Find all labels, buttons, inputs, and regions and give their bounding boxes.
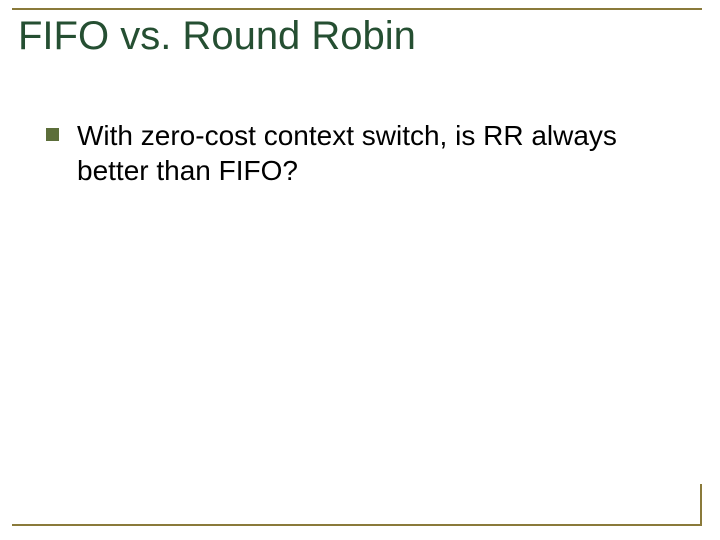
bottom-rule <box>12 524 702 526</box>
slide: FIFO vs. Round Robin With zero-cost cont… <box>0 0 720 540</box>
square-bullet-icon <box>46 128 59 141</box>
title-container: FIFO vs. Round Robin <box>14 10 702 67</box>
list-item: With zero-cost context switch, is RR alw… <box>46 118 680 188</box>
slide-body: With zero-cost context switch, is RR alw… <box>46 118 680 188</box>
slide-title: FIFO vs. Round Robin <box>14 10 422 67</box>
bullet-text: With zero-cost context switch, is RR alw… <box>77 118 680 188</box>
bottom-right-corner-rule <box>700 484 702 526</box>
